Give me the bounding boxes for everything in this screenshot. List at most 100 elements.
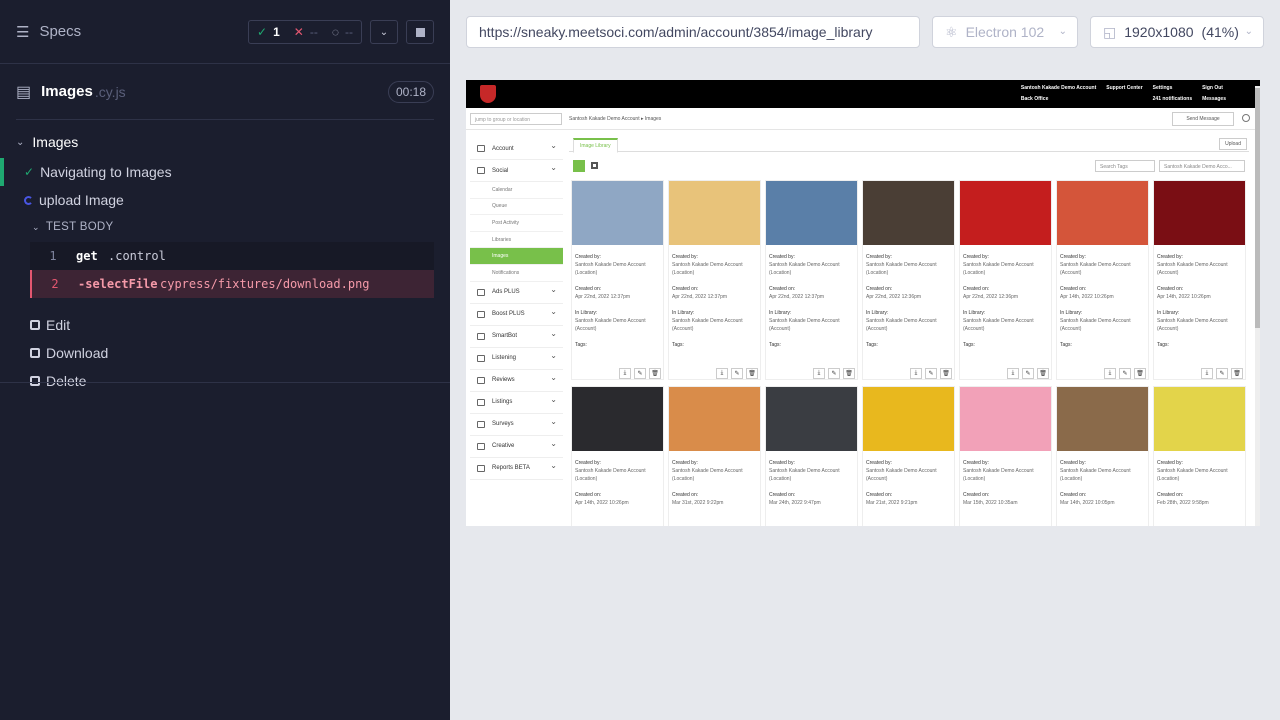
edit-icon[interactable]: ✎	[731, 368, 743, 379]
sidebar-item-account[interactable]: Account	[470, 138, 563, 160]
download-icon[interactable]: ⤓	[1007, 368, 1019, 379]
edit-icon[interactable]: ✎	[1216, 368, 1228, 379]
image-thumbnail[interactable]	[572, 387, 663, 451]
sidebar-sub-calendar[interactable]: Calendar	[470, 182, 563, 199]
image-thumbnail[interactable]	[766, 387, 857, 451]
edit-icon[interactable]: ✎	[1022, 368, 1034, 379]
sidebar-item-boost[interactable]: Boost PLUS	[470, 304, 563, 326]
image-card[interactable]: Created by: Santosh Kakade Demo Account (…	[668, 180, 761, 380]
trash-icon[interactable]: 🗑	[843, 368, 855, 379]
scrollbar-thumb[interactable]	[1255, 88, 1260, 328]
download-icon[interactable]: ⤓	[910, 368, 922, 379]
image-thumbnail[interactable]	[1154, 181, 1245, 245]
trash-icon[interactable]: 🗑	[1231, 368, 1243, 379]
download-icon[interactable]: ⤓	[716, 368, 728, 379]
edit-icon[interactable]: ✎	[1119, 368, 1131, 379]
nav-settings[interactable]: Settings	[1153, 85, 1192, 91]
search-tags-input[interactable]: Search Tags	[1095, 160, 1155, 172]
image-thumbnail[interactable]	[863, 387, 954, 451]
nav-messages[interactable]: Messages	[1202, 96, 1226, 102]
image-card[interactable]: Created by: Santosh Kakade Demo Account (…	[668, 386, 761, 526]
sidebar-sub-images[interactable]: Images	[470, 248, 563, 265]
viewport-select[interactable]: ◱ 1920x1080 (41%) ⌄	[1090, 16, 1264, 48]
sidebar-item-reviews[interactable]: Reviews	[470, 370, 563, 392]
collapse-button[interactable]: ⌄	[370, 20, 398, 44]
image-card[interactable]: Created by: Santosh Kakade Demo Account (…	[571, 386, 664, 526]
sidebar-item-social[interactable]: Social	[470, 160, 563, 182]
trash-icon[interactable]: 🗑	[649, 368, 661, 379]
image-card[interactable]: Created by: Santosh Kakade Demo Account (…	[862, 180, 955, 380]
trash-icon[interactable]: 🗑	[1037, 368, 1049, 379]
image-card[interactable]: Created by: Santosh Kakade Demo Account (…	[765, 386, 858, 526]
image-thumbnail[interactable]	[572, 181, 663, 245]
test-navigating[interactable]: ✓ Navigating to Images	[0, 158, 450, 186]
hook-edit[interactable]: Edit	[0, 311, 450, 339]
scrollbar[interactable]	[1255, 86, 1260, 526]
upload-button[interactable]: Upload	[1219, 138, 1247, 150]
nav-support[interactable]: Support Center	[1106, 85, 1142, 91]
sidebar-item-reports[interactable]: Reports BETA	[470, 458, 563, 480]
sidebar-sub-post-activity[interactable]: Post Activity	[470, 215, 563, 232]
image-thumbnail[interactable]	[1057, 387, 1148, 451]
sidebar-sub-libraries[interactable]: Libraries	[470, 232, 563, 249]
test-upload[interactable]: upload Image	[0, 186, 450, 214]
sidebar-item-smartbot[interactable]: SmartBot	[470, 326, 563, 348]
gear-icon[interactable]	[1242, 114, 1250, 122]
download-icon[interactable]: ⤓	[813, 368, 825, 379]
download-icon[interactable]: ⤓	[1104, 368, 1116, 379]
jump-input[interactable]: jump to group or location	[470, 113, 562, 125]
image-thumbnail[interactable]	[766, 181, 857, 245]
command-row-failed[interactable]: 2 -selectFile cypress/fixtures/download.…	[30, 270, 434, 298]
image-card[interactable]: Created by: Santosh Kakade Demo Account (…	[1153, 180, 1246, 380]
image-thumbnail[interactable]	[669, 181, 760, 245]
image-thumbnail[interactable]	[1154, 387, 1245, 451]
sidebar-sub-notifications[interactable]: Notifications	[470, 265, 563, 282]
nav-account[interactable]: Santosh Kakade Demo Account	[1021, 85, 1096, 91]
hook-download[interactable]: Download	[0, 339, 450, 367]
stop-button[interactable]	[406, 20, 434, 44]
url-bar[interactable]: https://sneaky.meetsoci.com/admin/accoun…	[466, 16, 920, 48]
edit-icon[interactable]: ✎	[925, 368, 937, 379]
nav-signout[interactable]: Sign Out	[1202, 85, 1226, 91]
nav-backoffice[interactable]: Back Office	[1021, 96, 1096, 102]
trash-icon[interactable]: 🗑	[1134, 368, 1146, 379]
image-card[interactable]: Created by: Santosh Kakade Demo Account (…	[1056, 180, 1149, 380]
image-card[interactable]: Created by: Santosh Kakade Demo Account (…	[862, 386, 955, 526]
image-card[interactable]: Created by: Santosh Kakade Demo Account (…	[959, 386, 1052, 526]
browser-select[interactable]: ⚛ Electron 102 ⌄	[932, 16, 1078, 48]
grid-view-button[interactable]	[591, 162, 598, 169]
image-meta: Created by: Santosh Kakade Demo Account (…	[960, 451, 1051, 507]
edit-icon[interactable]: ✎	[634, 368, 646, 379]
image-card[interactable]: Created by: Santosh Kakade Demo Account (…	[571, 180, 664, 380]
trash-icon[interactable]: 🗑	[746, 368, 758, 379]
command-row[interactable]: 1 get .control	[30, 242, 434, 270]
specs-link[interactable]: ☰ Specs	[16, 23, 81, 41]
suite-title[interactable]: ⌄ Images	[0, 128, 450, 156]
image-card[interactable]: Created by: Santosh Kakade Demo Account (…	[765, 180, 858, 380]
download-icon[interactable]: ⤓	[1201, 368, 1213, 379]
image-thumbnail[interactable]	[960, 387, 1051, 451]
sidebar-item-creative[interactable]: Creative	[470, 436, 563, 458]
image-card[interactable]: Created by: Santosh Kakade Demo Account (…	[1153, 386, 1246, 526]
download-icon[interactable]: ⤓	[619, 368, 631, 379]
image-thumbnail[interactable]	[960, 181, 1051, 245]
image-thumbnail[interactable]	[1057, 181, 1148, 245]
sidebar-sub-queue[interactable]: Queue	[470, 199, 563, 216]
image-thumbnail[interactable]	[863, 181, 954, 245]
account-select[interactable]: Santosh Kakade Demo Acco...	[1159, 160, 1245, 172]
edit-icon[interactable]: ✎	[828, 368, 840, 379]
image-thumbnail[interactable]	[669, 387, 760, 451]
trash-icon[interactable]: 🗑	[940, 368, 952, 379]
sidebar-item-surveys[interactable]: Surveys	[470, 414, 563, 436]
sidebar-item-listings[interactable]: Listings	[470, 392, 563, 414]
hook-delete[interactable]: Delete	[0, 367, 450, 395]
sidebar-item-ads[interactable]: Ads PLUS	[470, 282, 563, 304]
list-view-button[interactable]	[573, 160, 585, 172]
test-body-label[interactable]: ⌄ TEST BODY	[0, 214, 450, 240]
send-message-button[interactable]: Send Message	[1172, 112, 1234, 126]
tab-image-library[interactable]: Image Library	[573, 138, 618, 153]
nav-notifications[interactable]: 241 notifications	[1153, 96, 1192, 102]
image-card[interactable]: Created by: Santosh Kakade Demo Account (…	[959, 180, 1052, 380]
sidebar-item-listening[interactable]: Listening	[470, 348, 563, 370]
image-card[interactable]: Created by: Santosh Kakade Demo Account (…	[1056, 386, 1149, 526]
